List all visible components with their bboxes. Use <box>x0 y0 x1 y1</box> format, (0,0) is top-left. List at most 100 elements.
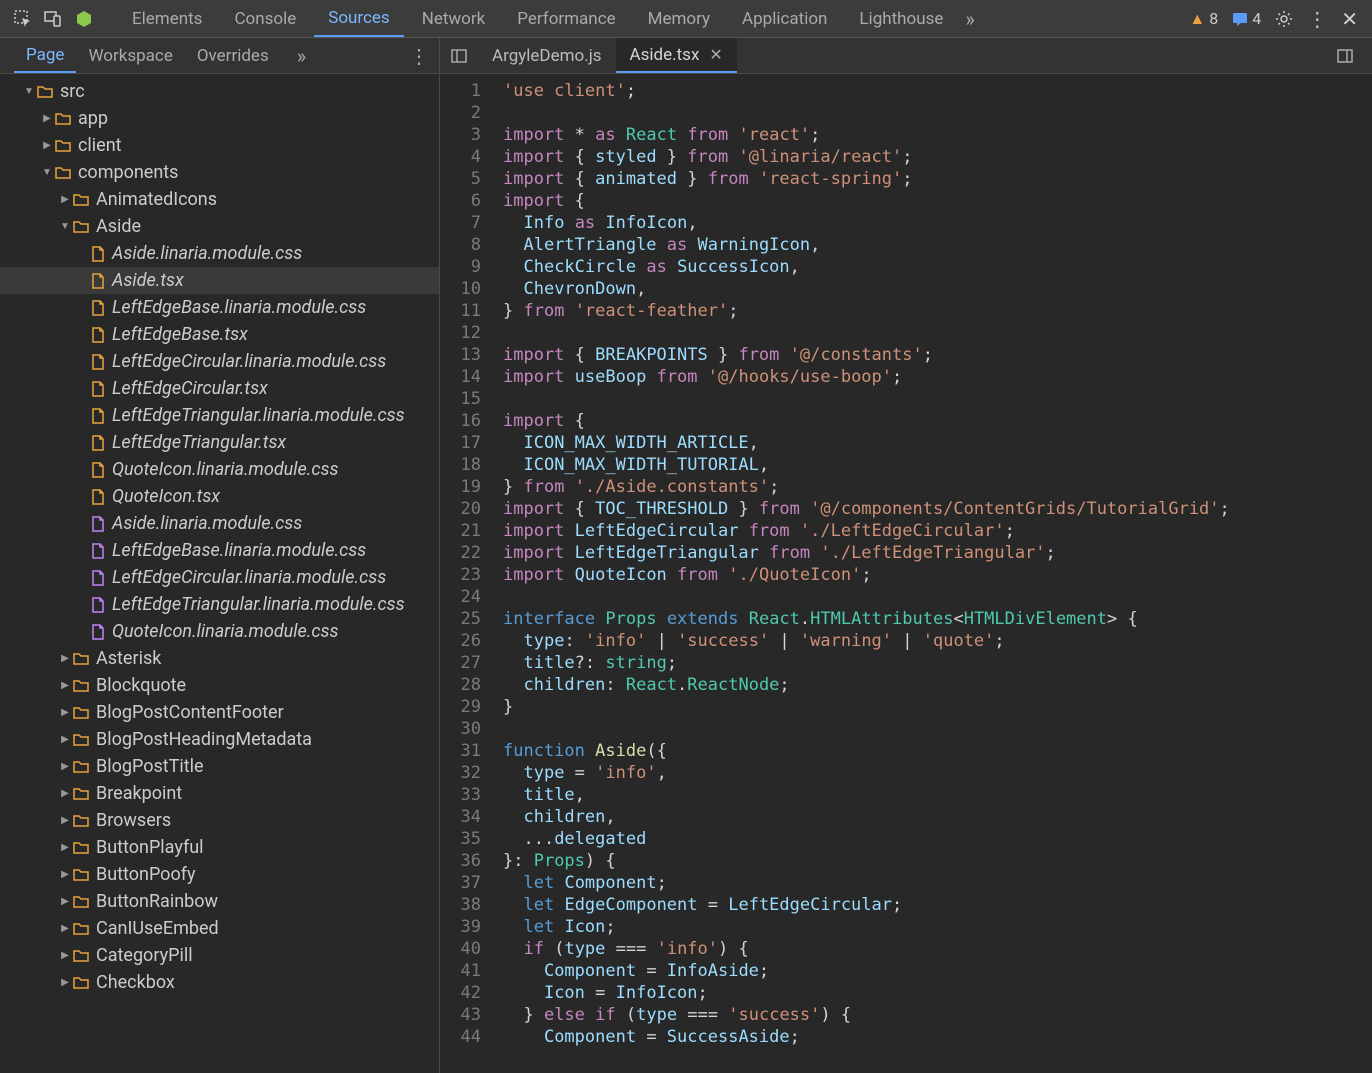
line-number[interactable]: 40 <box>440 938 481 960</box>
line-number[interactable]: 34 <box>440 806 481 828</box>
folder-item[interactable]: ▶Checkbox <box>0 969 439 996</box>
line-number[interactable]: 42 <box>440 982 481 1004</box>
expand-arrow-icon[interactable]: ▶ <box>40 113 54 124</box>
code-content[interactable]: 'use client'; import * as React from 're… <box>495 74 1372 1073</box>
expand-arrow-icon[interactable]: ▶ <box>58 869 72 880</box>
folder-item[interactable]: ▼components <box>0 159 439 186</box>
code-line[interactable]: Component = SuccessAside; <box>503 1026 1372 1048</box>
expand-arrow-icon[interactable]: ▶ <box>58 707 72 718</box>
line-number[interactable]: 29 <box>440 696 481 718</box>
folder-item[interactable]: ▶app <box>0 105 439 132</box>
line-number[interactable]: 9 <box>440 256 481 278</box>
line-number[interactable]: 20 <box>440 498 481 520</box>
folder-item[interactable]: ▶Blockquote <box>0 672 439 699</box>
code-line[interactable] <box>503 586 1372 608</box>
code-line[interactable]: type: 'info' | 'success' | 'warning' | '… <box>503 630 1372 652</box>
code-line[interactable] <box>503 388 1372 410</box>
expand-arrow-icon[interactable]: ▶ <box>58 761 72 772</box>
line-number[interactable]: 5 <box>440 168 481 190</box>
code-line[interactable]: Info as InfoIcon, <box>503 212 1372 234</box>
file-item[interactable]: Aside.tsx <box>0 267 439 294</box>
file-item[interactable]: LeftEdgeTriangular.tsx <box>0 429 439 456</box>
folder-item[interactable]: ▼Aside <box>0 213 439 240</box>
folder-item[interactable]: ▶Breakpoint <box>0 780 439 807</box>
expand-arrow-icon[interactable]: ▶ <box>58 734 72 745</box>
code-line[interactable]: ICON_MAX_WIDTH_ARTICLE, <box>503 432 1372 454</box>
file-item[interactable]: Aside.linaria.module.css <box>0 240 439 267</box>
file-item[interactable]: Aside.linaria.module.css <box>0 510 439 537</box>
code-line[interactable]: import LeftEdgeCircular from './LeftEdge… <box>503 520 1372 542</box>
code-line[interactable]: title, <box>503 784 1372 806</box>
code-line[interactable]: }: Props) { <box>503 850 1372 872</box>
node-icon[interactable] <box>74 9 94 29</box>
code-line[interactable]: children: React.ReactNode; <box>503 674 1372 696</box>
messages-badge[interactable]: 4 <box>1232 9 1261 28</box>
folder-item[interactable]: ▶Browsers <box>0 807 439 834</box>
tab-memory[interactable]: Memory <box>634 0 724 37</box>
nav-tab-overrides[interactable]: Overrides <box>185 38 281 73</box>
code-line[interactable]: AlertTriangle as WarningIcon, <box>503 234 1372 256</box>
warnings-badge[interactable]: ▲ 8 <box>1189 9 1218 29</box>
code-line[interactable]: ...delegated <box>503 828 1372 850</box>
line-number[interactable]: 39 <box>440 916 481 938</box>
line-number[interactable]: 36 <box>440 850 481 872</box>
code-line[interactable]: import QuoteIcon from './QuoteIcon'; <box>503 564 1372 586</box>
navigator-menu-icon[interactable]: ⋮ <box>409 44 429 68</box>
code-line[interactable]: import { <box>503 410 1372 432</box>
file-item[interactable]: QuoteIcon.linaria.module.css <box>0 456 439 483</box>
inspect-icon[interactable] <box>14 10 32 28</box>
folder-item[interactable]: ▶AnimatedIcons <box>0 186 439 213</box>
expand-arrow-icon[interactable]: ▶ <box>40 140 54 151</box>
nav-tab-workspace[interactable]: Workspace <box>76 38 184 73</box>
line-number[interactable]: 32 <box>440 762 481 784</box>
line-number[interactable]: 18 <box>440 454 481 476</box>
line-number[interactable]: 8 <box>440 234 481 256</box>
more-nav-tabs-icon[interactable]: » <box>285 38 318 73</box>
folder-item[interactable]: ▶Asterisk <box>0 645 439 672</box>
line-number[interactable]: 24 <box>440 586 481 608</box>
code-line[interactable]: ICON_MAX_WIDTH_TUTORIAL, <box>503 454 1372 476</box>
tab-console[interactable]: Console <box>220 0 310 37</box>
close-tab-icon[interactable]: ✕ <box>709 45 722 64</box>
folder-item[interactable]: ▶client <box>0 132 439 159</box>
line-number[interactable]: 2 <box>440 102 481 124</box>
close-icon[interactable]: ✕ <box>1341 7 1358 31</box>
code-line[interactable]: ChevronDown, <box>503 278 1372 300</box>
line-number[interactable]: 15 <box>440 388 481 410</box>
code-line[interactable]: import { BREAKPOINTS } from '@/constants… <box>503 344 1372 366</box>
code-line[interactable]: CheckCircle as SuccessIcon, <box>503 256 1372 278</box>
line-number[interactable]: 13 <box>440 344 481 366</box>
file-item[interactable]: QuoteIcon.linaria.module.css <box>0 618 439 645</box>
more-tabs-icon[interactable]: » <box>957 7 982 31</box>
line-number[interactable]: 6 <box>440 190 481 212</box>
expand-arrow-icon[interactable]: ▼ <box>58 221 72 232</box>
code-line[interactable]: import useBoop from '@/hooks/use-boop'; <box>503 366 1372 388</box>
expand-arrow-icon[interactable]: ▶ <box>58 950 72 961</box>
code-line[interactable] <box>503 102 1372 124</box>
code-line[interactable]: import LeftEdgeTriangular from './LeftEd… <box>503 542 1372 564</box>
device-toggle-icon[interactable] <box>44 10 62 28</box>
expand-arrow-icon[interactable]: ▶ <box>58 194 72 205</box>
code-line[interactable]: let EdgeComponent = LeftEdgeCircular; <box>503 894 1372 916</box>
line-number[interactable]: 38 <box>440 894 481 916</box>
code-line[interactable]: import { <box>503 190 1372 212</box>
code-editor[interactable]: 1234567891011121314151617181920212223242… <box>440 74 1372 1073</box>
code-line[interactable]: function Aside({ <box>503 740 1372 762</box>
folder-item[interactable]: ▼src <box>0 78 439 105</box>
code-line[interactable]: } <box>503 696 1372 718</box>
tab-elements[interactable]: Elements <box>118 0 216 37</box>
expand-arrow-icon[interactable]: ▼ <box>22 86 36 97</box>
code-line[interactable]: let Icon; <box>503 916 1372 938</box>
code-line[interactable]: if (type === 'info') { <box>503 938 1372 960</box>
line-number[interactable]: 16 <box>440 410 481 432</box>
expand-arrow-icon[interactable]: ▶ <box>58 896 72 907</box>
folder-item[interactable]: ▶CanIUseEmbed <box>0 915 439 942</box>
expand-arrow-icon[interactable]: ▶ <box>58 815 72 826</box>
line-number[interactable]: 21 <box>440 520 481 542</box>
file-item[interactable]: LeftEdgeBase.tsx <box>0 321 439 348</box>
folder-item[interactable]: ▶ButtonPoofy <box>0 861 439 888</box>
code-line[interactable] <box>503 322 1372 344</box>
line-number[interactable]: 7 <box>440 212 481 234</box>
editor-tab[interactable]: Aside.tsx✕ <box>616 38 737 73</box>
line-number[interactable]: 10 <box>440 278 481 300</box>
